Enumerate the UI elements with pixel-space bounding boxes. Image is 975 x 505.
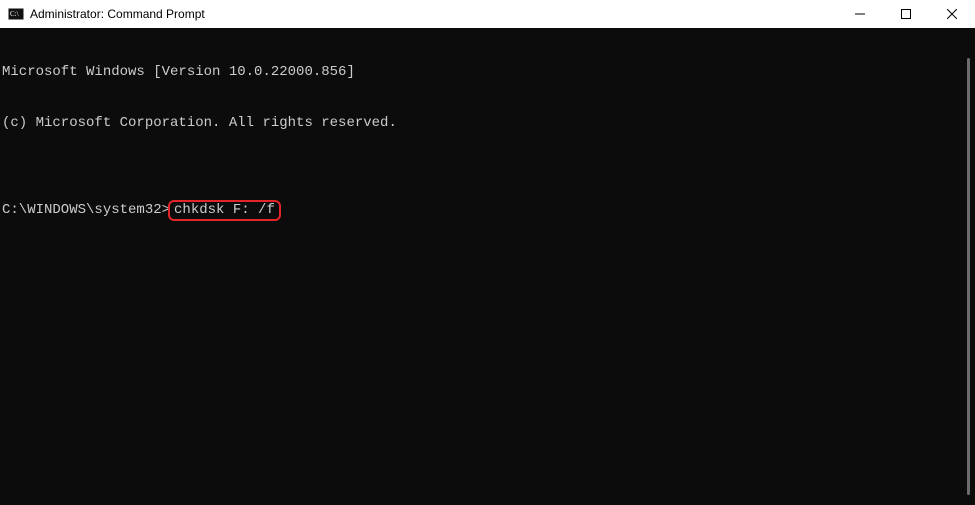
prompt-text: C:\WINDOWS\system32>	[2, 202, 170, 218]
svg-text:C:\: C:\	[10, 10, 19, 18]
output-line: (c) Microsoft Corporation. All rights re…	[2, 115, 961, 132]
window-frame: C:\ Administrator: Command Prompt Micros…	[0, 0, 975, 505]
highlighted-command: chkdsk F: /f	[168, 200, 281, 221]
titlebar[interactable]: C:\ Administrator: Command Prompt	[0, 0, 975, 28]
maximize-button[interactable]	[883, 0, 929, 28]
window-controls	[837, 0, 975, 28]
scrollbar-thumb[interactable]	[967, 58, 970, 495]
terminal-area: Microsoft Windows [Version 10.0.22000.85…	[0, 28, 975, 505]
terminal-output[interactable]: Microsoft Windows [Version 10.0.22000.85…	[0, 28, 963, 505]
cmd-icon: C:\	[8, 6, 24, 22]
window-title: Administrator: Command Prompt	[30, 7, 205, 21]
close-button[interactable]	[929, 0, 975, 28]
vertical-scrollbar[interactable]	[963, 28, 975, 505]
prompt-line: C:\WINDOWS\system32>chkdsk F: /f	[2, 200, 961, 221]
output-line: Microsoft Windows [Version 10.0.22000.85…	[2, 64, 961, 81]
minimize-button[interactable]	[837, 0, 883, 28]
